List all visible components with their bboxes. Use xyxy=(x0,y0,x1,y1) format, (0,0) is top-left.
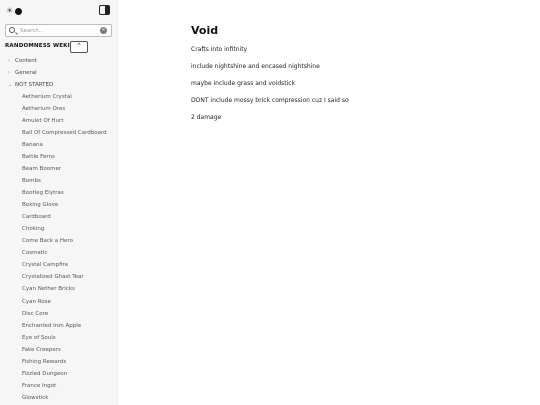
sidebar-folder-label: General xyxy=(15,70,37,76)
sidebar-topbar: ☀ xyxy=(0,0,117,22)
search-placeholder: Search... xyxy=(20,28,45,34)
search-input[interactable]: Search... × xyxy=(5,24,112,37)
sidebar-page-item[interactable]: Cosmatic xyxy=(22,250,48,256)
sidebar-page-item[interactable]: Eye of Souls xyxy=(22,335,56,341)
wiki-title[interactable]: RANDOMNESS WEKI! xyxy=(5,43,73,49)
page-title: Void xyxy=(191,24,219,37)
chevron-down-icon: ⌄ xyxy=(8,82,13,88)
sidebar-page-item[interactable]: Ball Of Compressed Cardboard xyxy=(22,130,107,136)
sidebar-folder[interactable]: › General xyxy=(8,70,37,76)
search-icon xyxy=(9,27,15,33)
sidebar: ☀ Search... × RANDOMNESS WEKI! ⌃ › Conten… xyxy=(0,0,118,405)
paragraph: Crafts into infitnity xyxy=(191,46,248,53)
sidebar-page-item[interactable]: Battle Ferns xyxy=(22,154,55,160)
sidebar-folder-label: NOT STARTED xyxy=(15,82,54,88)
sidebar-page-item[interactable]: Choking xyxy=(22,226,44,232)
moon-icon xyxy=(15,7,23,15)
collapse-all-button[interactable]: ⌃ xyxy=(70,41,88,53)
sidebar-page-item[interactable]: Come Back a Hero xyxy=(22,238,73,244)
sidebar-page-item[interactable]: Banana xyxy=(22,142,43,148)
sidebar-folder[interactable]: › Content xyxy=(8,58,37,64)
sun-icon: ☀ xyxy=(6,6,14,15)
sidebar-page-item[interactable]: Cyan Rose xyxy=(22,299,51,305)
sidebar-page-item[interactable]: Fake Creepers xyxy=(22,347,61,353)
sidebar-page-item[interactable]: Boxing Glove xyxy=(22,202,58,208)
sidebar-panel-icon[interactable] xyxy=(99,5,110,15)
theme-toggle[interactable]: ☀ xyxy=(6,6,26,16)
chevron-right-icon: › xyxy=(8,58,10,64)
clear-search-icon[interactable]: × xyxy=(100,27,107,34)
sidebar-folder-label: Content xyxy=(15,58,37,64)
sidebar-page-item[interactable]: Cyan Nether Bricks xyxy=(22,286,75,292)
paragraph: include nightshine and encased nightshin… xyxy=(191,63,320,70)
sidebar-page-item[interactable]: Glowstick xyxy=(22,395,48,401)
sidebar-folder[interactable]: ⌄ NOT STARTED xyxy=(8,82,53,88)
sidebar-page-item[interactable]: Crystal Campfire xyxy=(22,262,68,268)
sidebar-page-item[interactable]: Enchanted Iron Apple xyxy=(22,323,81,329)
sidebar-page-item[interactable]: Bootleg Elytras xyxy=(22,190,64,196)
sidebar-page-item[interactable]: Fizzled Dungeon xyxy=(22,371,67,377)
sidebar-page-item[interactable]: Aetherium Ores xyxy=(22,106,65,112)
paragraph: 2 damage xyxy=(191,114,222,121)
sidebar-page-item[interactable]: France Ingot xyxy=(22,383,56,389)
paragraph: maybe include grass and voidstick xyxy=(191,80,296,87)
sidebar-page-item[interactable]: Cardboard xyxy=(22,214,51,220)
sidebar-page-item[interactable]: Crystalized Ghast Tear xyxy=(22,274,84,280)
chevron-right-icon: › xyxy=(8,70,10,76)
sidebar-page-item[interactable]: Beam Boomer xyxy=(22,166,61,172)
main-content: Void Crafts into infitnity include nights… xyxy=(191,24,521,121)
sidebar-page-item[interactable]: Fishing Rewards xyxy=(22,359,66,365)
paragraph: DONT include mossy brick compression cuz… xyxy=(191,97,349,104)
sidebar-page-item[interactable]: Disc Core xyxy=(22,311,48,317)
sidebar-page-item[interactable]: Amulet Of Hurt xyxy=(22,118,63,124)
sidebar-page-item[interactable]: Bombs xyxy=(22,178,41,184)
sidebar-page-item[interactable]: Aetherium Crystal xyxy=(22,94,72,100)
